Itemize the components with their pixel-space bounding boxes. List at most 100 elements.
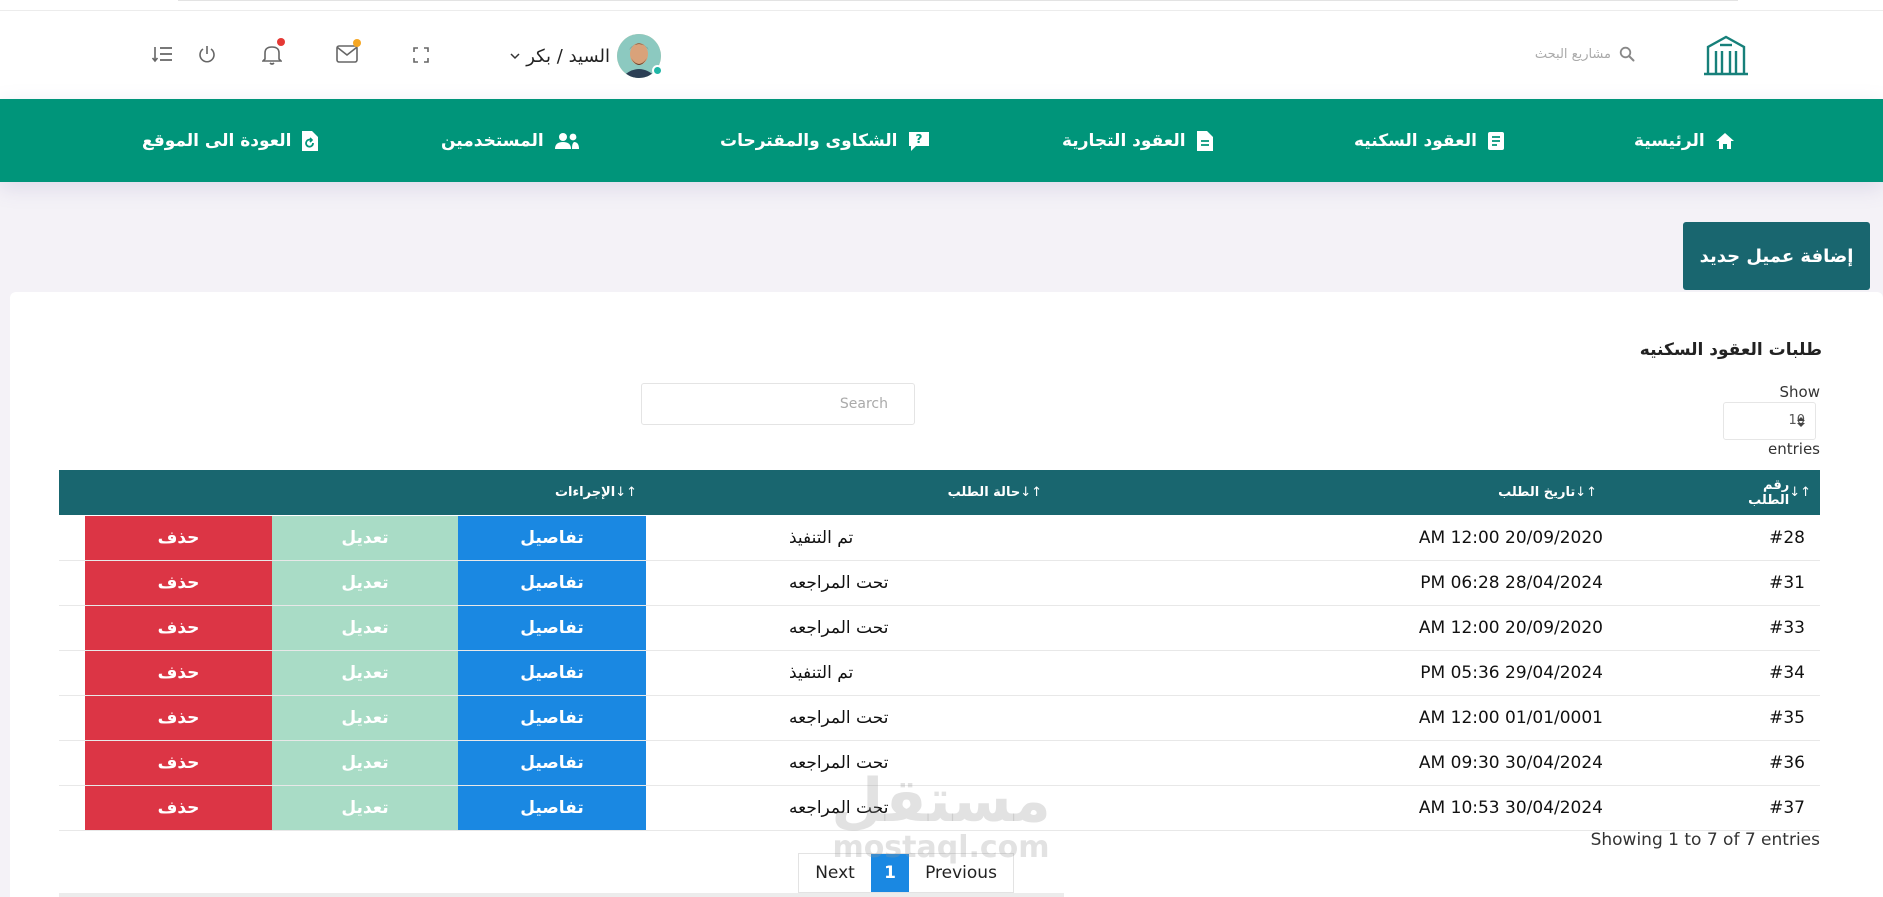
details-button[interactable]: تفاصيل — [458, 516, 646, 560]
delete-button[interactable]: حذف — [85, 696, 272, 740]
request-date: AM 12:00 20/09/2020 — [1418, 528, 1603, 548]
mail-icon — [336, 45, 358, 63]
nav-item-users[interactable]: المستخدمين — [441, 99, 580, 182]
nav-label-users: المستخدمين — [441, 130, 544, 151]
pagination-next[interactable]: Next — [799, 854, 871, 892]
top-header: السيد / بكر — [0, 10, 1883, 99]
show-label: Show — [1779, 383, 1820, 401]
column-header-request-date[interactable]: ↑↓ تاريخ الطلب — [1439, 470, 1599, 515]
entries-label: entries — [1768, 440, 1820, 458]
request-status: تحت المراجعه — [789, 708, 889, 728]
pagination-page-current[interactable]: 1 — [871, 854, 909, 892]
request-date: PM 06:28 28/04/2024 — [1420, 573, 1603, 593]
nav-item-back-to-site[interactable]: العودة الى الموقع — [142, 99, 319, 182]
details-button[interactable]: تفاصيل — [458, 741, 646, 785]
delete-button[interactable]: حذف — [85, 651, 272, 695]
fullscreen-icon — [413, 47, 429, 63]
request-date: AM 12:00 20/09/2020 — [1418, 618, 1603, 638]
menu-toggle-button[interactable] — [150, 43, 174, 65]
sort-arrows-icon: ↑↓ — [1020, 485, 1042, 500]
top-strip — [0, 0, 1883, 10]
edit-button[interactable]: تعديل — [272, 651, 458, 695]
request-status: تم التنفيذ — [789, 528, 854, 548]
details-button[interactable]: تفاصيل — [458, 561, 646, 605]
table-row: #28 AM 12:00 20/09/2020 تم التنفيذ تفاصي… — [59, 516, 1820, 561]
online-status-dot — [652, 65, 663, 76]
details-button[interactable]: تفاصيل — [458, 651, 646, 695]
avatar[interactable] — [617, 34, 663, 78]
request-status: تم التنفيذ — [789, 663, 854, 683]
bell-icon — [262, 46, 282, 65]
mail-button[interactable] — [334, 39, 361, 66]
pagination-previous[interactable]: Previous — [909, 854, 1013, 892]
delete-button[interactable]: حذف — [85, 741, 272, 785]
column-header-actions[interactable]: ↑↓ الإجراءات — [479, 470, 639, 515]
nav-item-commercial-contracts[interactable]: العقود التجارية — [1062, 99, 1214, 182]
request-number: #33 — [1769, 618, 1805, 638]
nav-item-home[interactable]: الرئيسية — [1634, 99, 1735, 182]
request-number: #34 — [1769, 663, 1805, 683]
edit-button[interactable]: تعديل — [272, 741, 458, 785]
svg-text:?: ? — [915, 132, 922, 146]
delete-button[interactable]: حذف — [85, 786, 272, 830]
request-number: #35 — [1769, 708, 1805, 728]
file-refresh-icon — [302, 130, 319, 151]
table-row: #34 PM 05:36 29/04/2024 تم التنفيذ تفاصي… — [59, 651, 1820, 696]
sort-arrows-icon: ↑↓ — [1575, 485, 1597, 500]
delete-button[interactable]: حذف — [85, 561, 272, 605]
building-logo-icon[interactable] — [1702, 33, 1750, 77]
request-date: AM 09:30 30/04/2024 — [1418, 753, 1603, 773]
main-nav: الرئيسية العقود السكنيه العقود التجارية … — [0, 99, 1883, 182]
scroll-track — [59, 893, 1064, 897]
request-number: #37 — [1769, 798, 1805, 818]
edit-button[interactable]: تعديل — [272, 606, 458, 650]
edit-button[interactable]: تعديل — [272, 696, 458, 740]
request-number: #36 — [1769, 753, 1805, 773]
table-row: #35 AM 12:00 01/01/0001 تحت المراجعه تفا… — [59, 696, 1820, 741]
request-status: تحت المراجعه — [789, 618, 889, 638]
add-client-button[interactable]: إضافة عميل جديد — [1683, 222, 1870, 290]
user-name: السيد / بكر — [526, 45, 610, 67]
request-status: تحت المراجعه — [789, 753, 889, 773]
page-length-select[interactable]: 10 — [1723, 402, 1816, 440]
notification-badge — [277, 38, 285, 46]
table-row: #37 AM 10:53 30/04/2024 تحت المراجعه تفا… — [59, 786, 1820, 831]
user-menu[interactable]: السيد / بكر — [480, 43, 610, 69]
table-row: #33 AM 12:00 20/09/2020 تحت المراجعه تفا… — [59, 606, 1820, 651]
delete-button[interactable]: حذف — [85, 606, 272, 650]
edit-button[interactable]: تعديل — [272, 516, 458, 560]
search-icon[interactable] — [1619, 46, 1635, 62]
nav-label-home: الرئيسية — [1634, 130, 1705, 151]
details-button[interactable]: تفاصيل — [458, 606, 646, 650]
edit-button[interactable]: تعديل — [272, 786, 458, 830]
notifications-button[interactable] — [260, 38, 285, 67]
logout-button[interactable] — [196, 43, 218, 65]
details-button[interactable]: تفاصيل — [458, 696, 646, 740]
details-button[interactable]: تفاصيل — [458, 786, 646, 830]
table-row: #31 PM 06:28 28/04/2024 تحت المراجعه تفا… — [59, 561, 1820, 606]
spinner-arrows-icon — [1797, 417, 1805, 427]
column-header-request-status[interactable]: ↑↓ حالة الطلب — [884, 470, 1044, 515]
request-number: #28 — [1769, 528, 1805, 548]
top-divider — [178, 0, 1738, 1]
nav-item-residential-contracts[interactable]: العقود السكنيه — [1354, 99, 1505, 182]
users-icon — [554, 132, 579, 149]
table-search-input[interactable] — [641, 383, 915, 425]
edit-button[interactable]: تعديل — [272, 561, 458, 605]
help-chat-icon: ? — [908, 131, 929, 151]
request-number: #31 — [1769, 573, 1805, 593]
fullscreen-button[interactable] — [411, 45, 431, 65]
header-search[interactable] — [1510, 43, 1635, 65]
mail-badge — [353, 39, 361, 47]
nav-item-complaints[interactable]: ? الشكاوى والمقترحات — [720, 99, 930, 182]
column-label: الإجراءات — [554, 485, 616, 500]
column-header-request-number[interactable]: ↑↓ رقم الطلب — [1723, 470, 1813, 515]
list-document-icon — [1487, 131, 1504, 150]
delete-button[interactable]: حذف — [85, 516, 272, 560]
request-status: تحت المراجعه — [789, 798, 889, 818]
column-label: حالة الطلب — [947, 485, 1021, 500]
header-search-input[interactable] — [1511, 46, 1611, 62]
request-date: AM 12:00 01/01/0001 — [1418, 708, 1603, 728]
table-row: #36 AM 09:30 30/04/2024 تحت المراجعه تفا… — [59, 741, 1820, 786]
nav-label-complaints: الشكاوى والمقترحات — [720, 130, 898, 151]
